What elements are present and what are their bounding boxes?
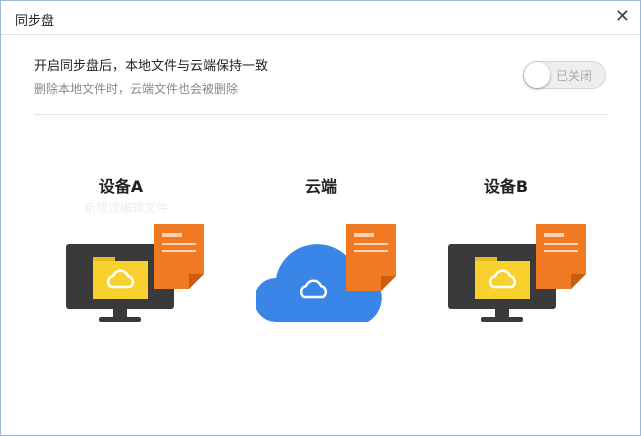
device-a-label: 设备A (98, 177, 144, 196)
toggle-label: 已关闭 (556, 69, 593, 83)
sync-description: 开启同步盘后，本地文件与云端保持一致 (34, 59, 269, 74)
title-bar: 同步盘 ✕ (1, 1, 640, 35)
cloud-label: 云端 (304, 177, 337, 196)
device-b-monitor-icon (448, 224, 586, 322)
divider (34, 114, 607, 115)
close-icon[interactable]: ✕ (615, 6, 630, 27)
sync-warning: 删除本地文件时，云端文件也会被删除 (34, 82, 239, 96)
cloud-icon (256, 224, 396, 322)
device-b-label: 设备B (483, 177, 529, 196)
sync-disk-dialog: 同步盘 ✕ 开启同步盘后，本地文件与云端保持一致 删除本地文件时，云端文件也会被… (0, 0, 641, 436)
device-a-hint: 新增或编辑文件 (83, 201, 168, 215)
sync-toggle[interactable]: 已关闭 (523, 61, 606, 89)
device-a-monitor-icon (66, 224, 204, 322)
toggle-knob (524, 62, 550, 88)
dialog-title: 同步盘 (15, 14, 55, 29)
